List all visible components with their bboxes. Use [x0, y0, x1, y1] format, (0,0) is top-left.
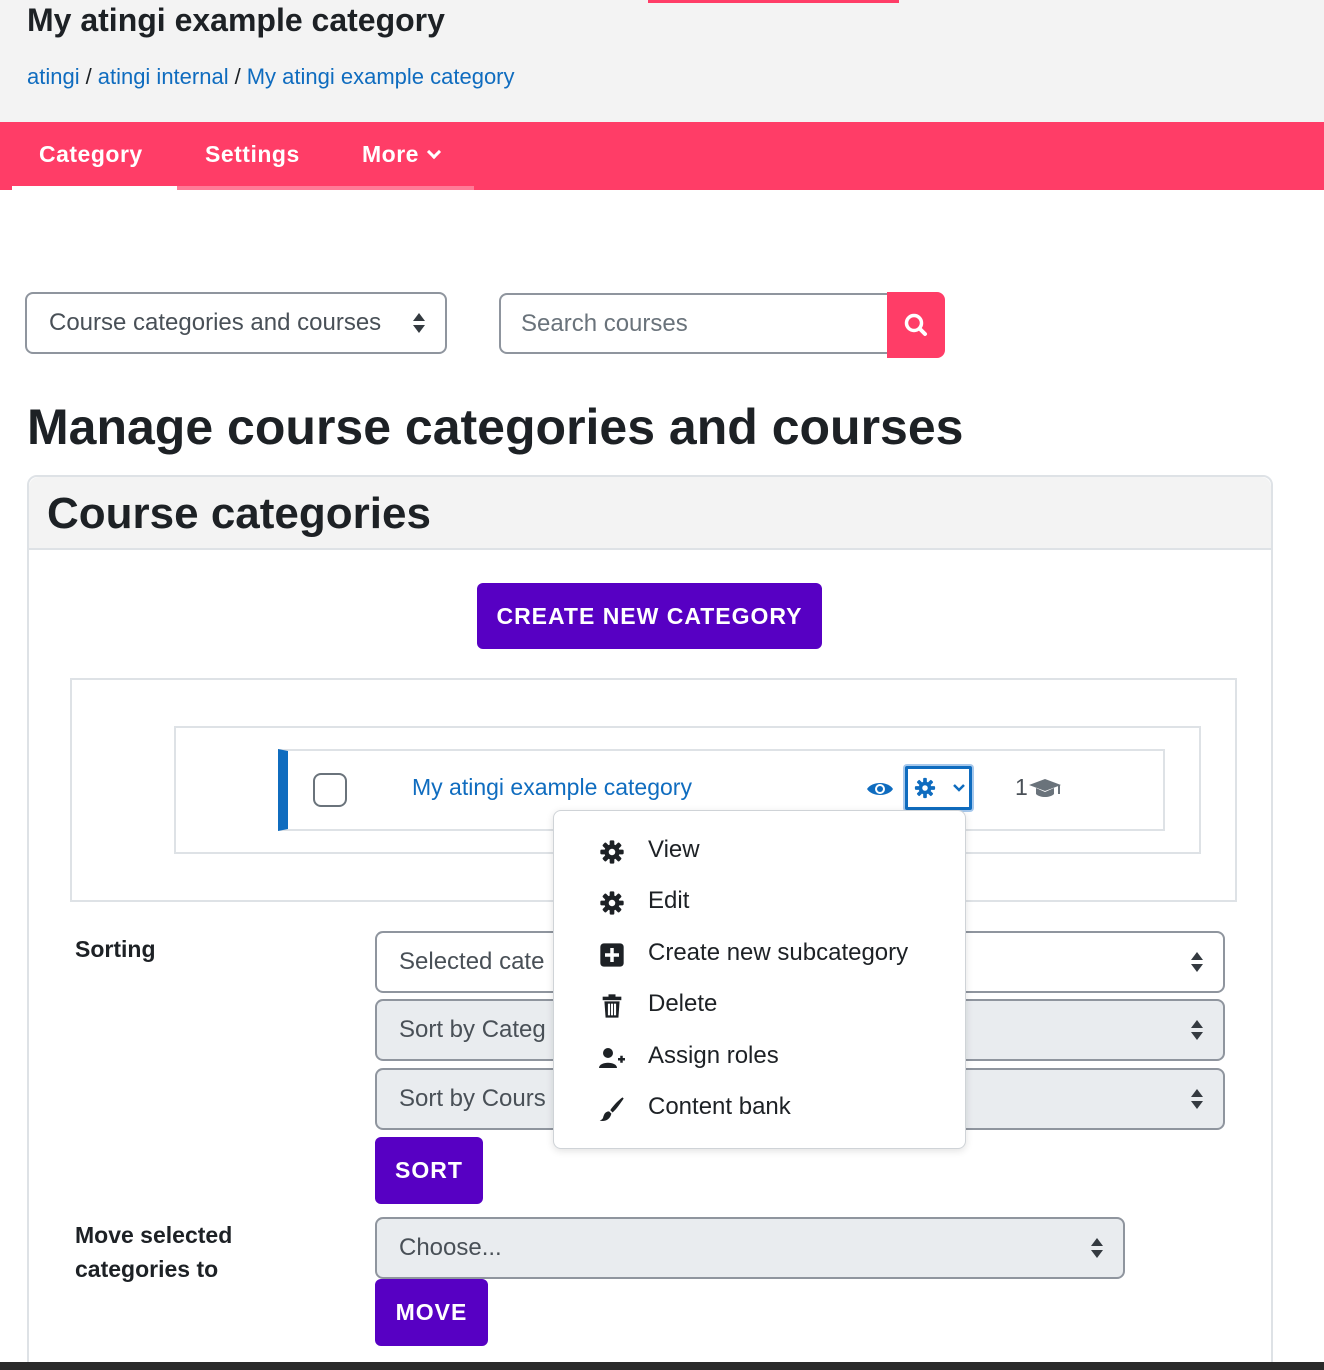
plus-square-icon: [600, 943, 624, 967]
course-count: 1: [1015, 774, 1028, 801]
menu-item-content-bank[interactable]: Content bank: [554, 1083, 965, 1133]
main-page-title: Manage course categories and courses: [27, 399, 964, 455]
breadcrumb-separator: /: [234, 64, 241, 89]
menu-item-view[interactable]: View: [554, 826, 965, 876]
sorting-label: Sorting: [75, 936, 156, 962]
menu-item-view-label: View: [648, 836, 700, 863]
sort-target-select-value: Selected cate: [399, 948, 545, 975]
chevron-down-icon: [426, 144, 442, 160]
eye-icon[interactable]: [866, 778, 894, 800]
gear-icon: [600, 840, 624, 864]
sort-courses-select-value: Sort by Cours: [399, 1085, 546, 1112]
card-header: Course categories: [29, 477, 1271, 550]
tab-settings[interactable]: Settings: [205, 122, 300, 190]
search-button[interactable]: [887, 292, 945, 358]
menu-item-content-bank-label: Content bank: [648, 1093, 791, 1120]
gear-icon: [914, 777, 936, 799]
tab-category[interactable]: Category: [12, 122, 177, 190]
tab-settings-label: Settings: [205, 141, 300, 167]
select-arrows-icon: [413, 313, 425, 333]
move-categories-label: Move selected categories to: [75, 1218, 232, 1286]
menu-item-assign-roles-label: Assign roles: [648, 1042, 779, 1069]
search-icon: [904, 313, 927, 336]
menu-item-assign-roles[interactable]: Assign roles: [554, 1032, 965, 1082]
move-label-line1: Move selected: [75, 1222, 233, 1248]
select-arrows-icon: [1091, 1238, 1103, 1258]
move-label-line2: categories to: [75, 1256, 219, 1282]
chevron-down-icon: [953, 784, 965, 792]
user-plus-icon: [599, 1048, 625, 1068]
tab-category-label: Category: [39, 141, 143, 167]
category-actions-menu: View Edit Create new subcategory Delete …: [553, 810, 966, 1149]
move-button[interactable]: MOVE: [375, 1279, 488, 1346]
tab-more[interactable]: More: [362, 122, 442, 190]
breadcrumb-link-atingi[interactable]: atingi: [27, 64, 80, 89]
card-title: Course categories: [47, 489, 431, 538]
trash-icon: [602, 994, 622, 1018]
menu-item-delete[interactable]: Delete: [554, 980, 965, 1030]
view-mode-select[interactable]: Course categories and courses: [25, 292, 447, 354]
page-header: My atingi example category atingi / atingi…: [0, 0, 1324, 122]
search-placeholder: Search courses: [521, 310, 688, 337]
menu-item-delete-label: Delete: [648, 990, 718, 1017]
sort-categories-select-value: Sort by Categ: [399, 1016, 546, 1043]
menu-item-create-subcategory[interactable]: Create new subcategory: [554, 929, 965, 979]
tab-more-label: More: [362, 141, 419, 167]
category-select-checkbox[interactable]: [313, 773, 347, 807]
paint-brush-icon: [599, 1097, 624, 1122]
create-new-category-button[interactable]: CREATE NEW CATEGORY: [477, 583, 822, 649]
view-mode-select-value: Course categories and courses: [49, 309, 382, 336]
course-count-value: 1: [1015, 774, 1028, 800]
breadcrumb-link-atingi-internal[interactable]: atingi internal: [98, 64, 229, 89]
page-heading: My atingi example category: [27, 2, 445, 38]
nav-underline-strip: [177, 186, 474, 190]
graduation-cap-icon: [1029, 779, 1061, 797]
breadcrumb-link-current-category[interactable]: My atingi example category: [247, 64, 515, 89]
move-target-select[interactable]: Choose...: [375, 1217, 1125, 1279]
search-courses-input[interactable]: Search courses: [499, 293, 891, 354]
move-target-select-value: Choose...: [399, 1234, 502, 1261]
category-name-link[interactable]: My atingi example category: [412, 774, 692, 801]
secondary-navigation: Category Settings More: [0, 122, 1324, 190]
menu-item-edit[interactable]: Edit: [554, 877, 965, 927]
menu-item-create-subcategory-label: Create new subcategory: [648, 939, 909, 966]
gear-icon: [600, 891, 624, 915]
select-arrows-icon: [1191, 952, 1203, 972]
select-arrows-icon: [1191, 1020, 1203, 1040]
sort-button[interactable]: SORT: [375, 1137, 483, 1204]
breadcrumb: atingi / atingi internal / My atingi example…: [27, 64, 515, 90]
header-accent-bar: [648, 0, 899, 3]
menu-item-edit-label: Edit: [648, 887, 690, 914]
category-actions-toggle[interactable]: [905, 766, 972, 810]
select-arrows-icon: [1191, 1089, 1203, 1109]
breadcrumb-separator: /: [85, 64, 92, 89]
window-bottom-edge: [0, 1362, 1324, 1370]
